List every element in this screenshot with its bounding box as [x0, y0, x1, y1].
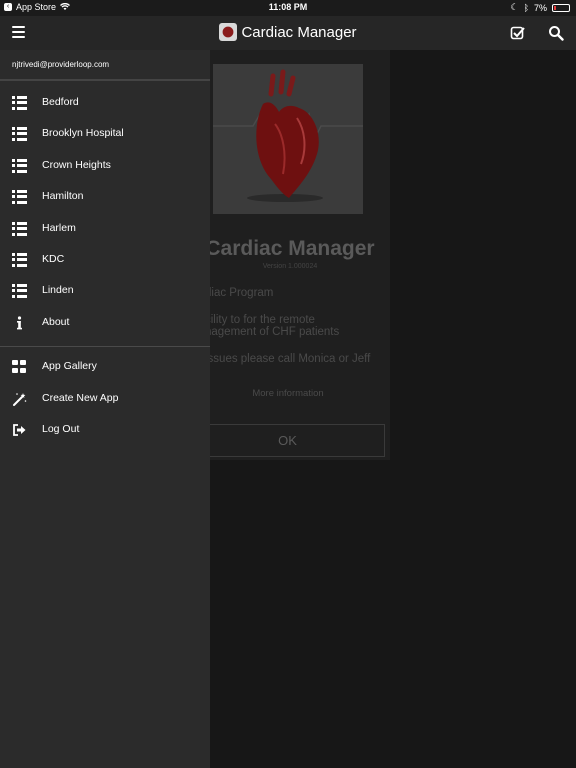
moon-icon: ☾ — [510, 2, 519, 12]
heart-illustration-icon — [213, 64, 363, 214]
sidebar-item-log-out[interactable]: Log Out — [0, 416, 210, 444]
sidebar-item-app-gallery[interactable]: App Gallery — [0, 353, 210, 381]
search-icon[interactable] — [548, 25, 564, 41]
app-logo — [219, 23, 238, 41]
list-icon — [12, 127, 27, 141]
sidebar-item-brooklyn-hospital[interactable]: Brooklyn Hospital — [0, 120, 210, 148]
sidebar-item-label: Bedford — [42, 96, 79, 108]
status-bar: ‹ App Store 11:08 PM ☾ ᛒ 7% — [0, 0, 576, 16]
sidebar-item-about[interactable]: About — [0, 309, 210, 337]
battery-percent: 7% — [533, 2, 547, 13]
app-header: Cardiac Manager — [0, 16, 576, 50]
drawer-divider — [0, 346, 210, 347]
list-icon — [12, 253, 27, 267]
grid-icon — [12, 360, 27, 374]
sidebar-item-label: KDC — [42, 253, 65, 265]
list-icon — [12, 159, 27, 173]
clock: 11:08 PM — [268, 2, 308, 12]
about-line-3: nagement of CHF patients — [205, 326, 340, 338]
info-icon — [17, 316, 22, 330]
checkbox-icon[interactable] — [510, 25, 526, 41]
sidebar-item-label: App Gallery — [42, 360, 97, 372]
sidebar-item-kdc[interactable]: KDC — [0, 246, 210, 274]
sidebar-item-linden[interactable]: Linden — [0, 277, 210, 305]
about-version: Version 1.000024 — [262, 263, 318, 270]
sidebar-item-label: Log Out — [42, 423, 80, 435]
battery-icon — [552, 3, 570, 12]
about-line-2: cility to for the remote — [205, 314, 315, 326]
navigation-drawer: njtrivedi@providerloop.com Bedford Brook… — [0, 50, 210, 768]
list-icon — [12, 190, 27, 204]
sidebar-item-crown-heights[interactable]: Crown Heights — [0, 152, 210, 180]
about-title: Cardiac Manager — [205, 237, 375, 260]
more-information-link[interactable]: More information — [228, 388, 348, 399]
list-icon — [12, 96, 27, 110]
sidebar-item-label: Hamilton — [42, 190, 84, 202]
list-icon — [12, 222, 27, 236]
sidebar-item-label: Crown Heights — [42, 159, 111, 171]
sidebar-item-create-new-app[interactable]: Create New App — [0, 385, 210, 413]
magic-wand-icon — [13, 393, 27, 406]
page-title: Cardiac Manager — [241, 23, 357, 41]
drawer-divider — [0, 79, 210, 81]
heart-image — [213, 64, 363, 214]
sidebar-item-label: About — [42, 316, 70, 328]
sidebar-item-hamilton[interactable]: Hamilton — [0, 183, 210, 211]
about-line-1: diac Program — [205, 287, 274, 299]
bluetooth-icon: ᛒ — [523, 2, 529, 13]
sidebar-item-label: Create New App — [42, 392, 119, 404]
sidebar-item-harlem[interactable]: Harlem — [0, 215, 210, 243]
logout-icon — [13, 424, 26, 436]
ok-button[interactable]: OK — [190, 424, 385, 457]
sidebar-item-bedford[interactable]: Bedford — [0, 89, 210, 117]
sidebar-item-label: Harlem — [42, 222, 76, 234]
sidebar-item-label: Linden — [42, 284, 74, 296]
sidebar-item-label: Brooklyn Hospital — [42, 127, 124, 139]
user-email: njtrivedi@providerloop.com — [12, 60, 110, 69]
about-line-4: issues please call Monica or Jeff — [205, 353, 371, 365]
list-icon — [12, 284, 27, 298]
